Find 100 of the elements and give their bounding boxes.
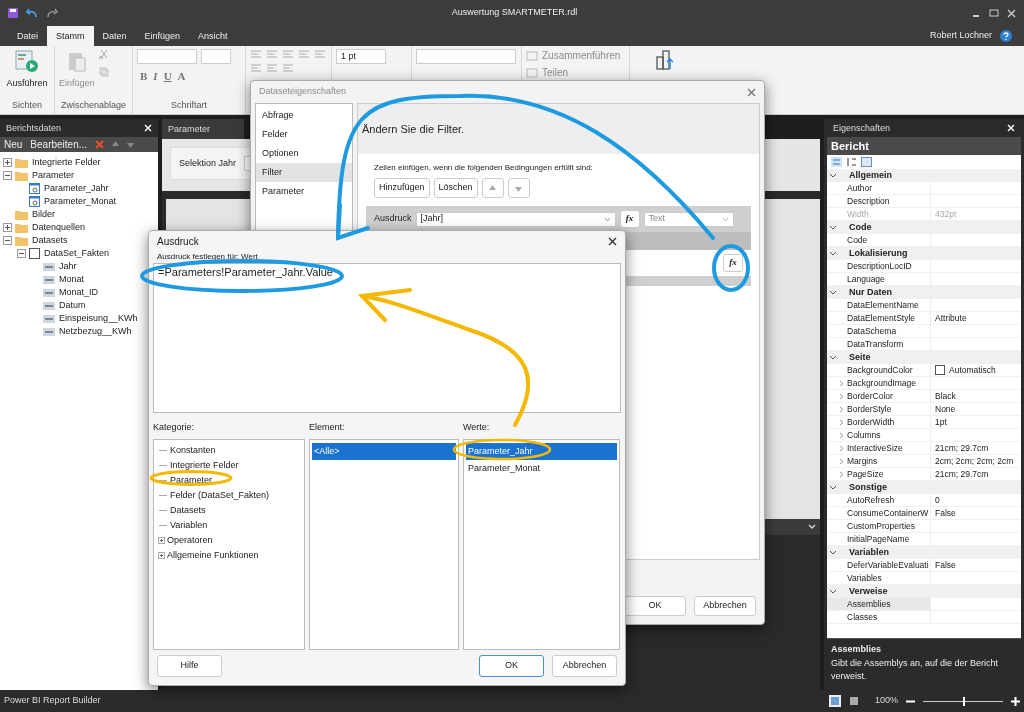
tree-item[interactable]: DataSet_Fakten [44,247,110,260]
property-value[interactable]: Black [935,389,956,403]
chevron-icon[interactable] [808,524,816,530]
font-style-button[interactable]: I [150,68,161,85]
property-name[interactable]: Classes [827,611,931,623]
add-button[interactable]: Hinzufügen [374,178,430,198]
font-style-button[interactable]: U [160,68,175,85]
property-name[interactable]: Assemblies [827,598,931,610]
tree-item[interactable]: Datenquellen [32,221,86,234]
collapse-icon[interactable] [17,249,26,258]
property-name[interactable]: DescriptionLocID [827,260,931,272]
page-view-icon[interactable] [828,695,841,707]
property-value[interactable]: 0 [935,493,940,507]
property-name[interactable]: DataTransform [827,338,931,350]
property-name[interactable]: DeferVariableEvaluati [827,559,931,571]
collapse-icon[interactable] [3,236,12,245]
run-button[interactable]: Ausführen [4,49,50,91]
ribbon-tab[interactable]: Stamm [47,26,94,46]
color-swatch-icon[interactable] [935,365,945,375]
list-item[interactable]: Variablen [170,519,208,531]
property-value[interactable]: 1pt [935,415,947,429]
property-name[interactable]: Author [827,182,931,194]
save-icon[interactable] [8,8,18,18]
list-item[interactable]: Konstanten [170,444,216,456]
print-layout-icon[interactable] [848,696,859,706]
ribbon-tab[interactable]: Ansicht [189,26,237,46]
redo-icon[interactable] [46,8,58,18]
ok-button[interactable]: OK [479,655,544,677]
tree-item[interactable]: Monat_ID [59,286,99,299]
nav-item[interactable]: Parameter [256,182,352,201]
type-combo[interactable]: Text [643,211,734,227]
property-value[interactable]: 21cm; 29.7cm [935,441,989,455]
font-style-button[interactable]: A [174,68,189,85]
expand-icon[interactable] [3,158,12,167]
nav-item[interactable]: Felder [256,125,352,144]
help-icon[interactable] [1000,30,1012,42]
cancel-button[interactable]: Abbrechen [552,655,617,677]
move-up-icon[interactable] [112,141,120,148]
property-name[interactable]: ConsumeContainerW [827,507,931,519]
property-name[interactable]: BorderWidth [827,416,931,428]
property-value[interactable]: Attribute [935,311,967,325]
property-name[interactable]: DataSchema [827,325,931,337]
property-name[interactable]: Language [827,273,931,285]
collapse-icon[interactable] [3,171,12,180]
property-name[interactable]: Margins [827,455,931,467]
new-button[interactable]: Neu [4,137,23,152]
list-item[interactable]: Integrierte Felder [170,459,239,471]
tree-item[interactable]: Jahr [59,260,77,273]
property-name[interactable]: Variables [827,572,931,584]
expand-icon[interactable] [158,536,165,544]
tree-item[interactable]: Datasets [32,234,68,247]
property-name[interactable]: BorderColor [827,390,931,402]
delete-button[interactable]: Löschen [433,178,478,198]
property-value[interactable]: None [935,402,956,416]
list-item[interactable]: Felder (DataSet_Fakten) [170,489,270,501]
maximize-icon[interactable] [989,8,999,18]
property-name[interactable]: DataElementName [827,299,931,311]
nav-item[interactable]: Filter [256,163,352,182]
property-name[interactable]: BackgroundImage [827,377,931,389]
tree-item[interactable]: Monat [59,273,84,286]
property-name[interactable]: InitialPageName [827,533,931,545]
ribbon-tab[interactable]: Datei [8,26,47,46]
list-item[interactable]: Datasets [170,504,206,516]
cancel-button[interactable]: Abbrechen [694,596,756,616]
property-name[interactable]: InteractiveSize [827,442,931,454]
tree-item[interactable]: Parameter_Jahr [44,182,109,195]
tree-item[interactable]: Bilder [32,208,55,221]
property-name[interactable]: BackgroundColor [827,364,931,376]
list-item[interactable]: Parameter_Monat [466,459,617,477]
expand-icon[interactable] [3,223,12,232]
list-item[interactable]: Operatoren [167,534,213,546]
close-icon[interactable] [608,236,617,246]
tree-item[interactable]: Parameter [32,169,75,182]
border-width-combo[interactable]: 1 pt [336,49,386,64]
tree-item[interactable]: Einspeisung__KWh [59,312,138,325]
property-value[interactable]: False [935,558,956,572]
property-pages-icon[interactable] [861,157,872,167]
publish-icon[interactable] [654,49,676,71]
property-name[interactable]: AutoRefresh [827,494,931,506]
tree-item[interactable]: Integrierte Felder [32,156,101,169]
zoom-in-icon[interactable] [1011,696,1020,706]
ribbon-tab[interactable]: Einfügen [135,26,190,46]
property-name[interactable]: Code [827,234,931,246]
property-name[interactable]: Description [827,195,931,207]
ok-button[interactable]: OK [624,596,686,616]
property-name[interactable]: BorderStyle [827,403,931,415]
property-name[interactable]: Columns [827,429,931,441]
property-value[interactable]: Automatisch [949,363,996,377]
tree-item[interactable]: Datum [59,299,86,312]
tree-item[interactable]: Parameter_Monat [44,195,117,208]
property-name[interactable]: CustomProperties [827,520,931,532]
list-item[interactable]: <Alle> [312,442,456,460]
property-value[interactable]: 21cm; 29.7cm [935,467,989,481]
property-value[interactable]: False [935,506,956,520]
expression-field[interactable]: =Parameters!Parameter_Jahr.Value [153,263,621,413]
nav-item[interactable]: Optionen [256,144,352,163]
property-name[interactable]: DataElementStyle [827,312,931,324]
property-name[interactable]: PageSize [827,468,931,480]
font-style-button[interactable]: B [137,68,151,85]
expand-icon[interactable] [158,551,165,559]
